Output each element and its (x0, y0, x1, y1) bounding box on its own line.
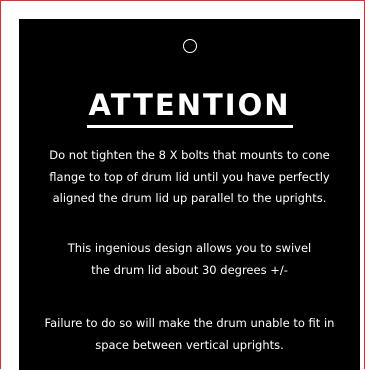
paragraph-line: space between vertical uprights. (95, 337, 284, 352)
heading-text: ATTENTION (86, 87, 293, 128)
paragraph-swivel-design: This ingenious design allows you to swiv… (25, 238, 354, 281)
paragraph-line: the drum lid about 30 degrees +/- (91, 262, 288, 277)
paragraph-line: flange to top of drum lid until you have… (49, 169, 330, 184)
paragraph-line: Do not tighten the 8 X bolts that mounts… (49, 148, 330, 162)
circle-hole-icon (182, 39, 197, 53)
paragraph-failure-warning: Failure to do so will make the drum unab… (25, 313, 354, 356)
paragraph-line: This ingenious design allows you to swiv… (67, 241, 312, 255)
paragraph-tightening-warning: Do not tighten the 8 X bolts that mounts… (25, 145, 354, 210)
paragraph-line: Failure to do so will make the drum unab… (44, 316, 335, 330)
attention-tag: ATTENTION Do not tighten the 8 X bolts t… (19, 19, 360, 370)
attention-heading: ATTENTION (19, 87, 360, 128)
image-frame: ATTENTION Do not tighten the 8 X bolts t… (0, 0, 365, 370)
paragraph-line: aligned the drum lid up parallel to the … (52, 191, 327, 205)
